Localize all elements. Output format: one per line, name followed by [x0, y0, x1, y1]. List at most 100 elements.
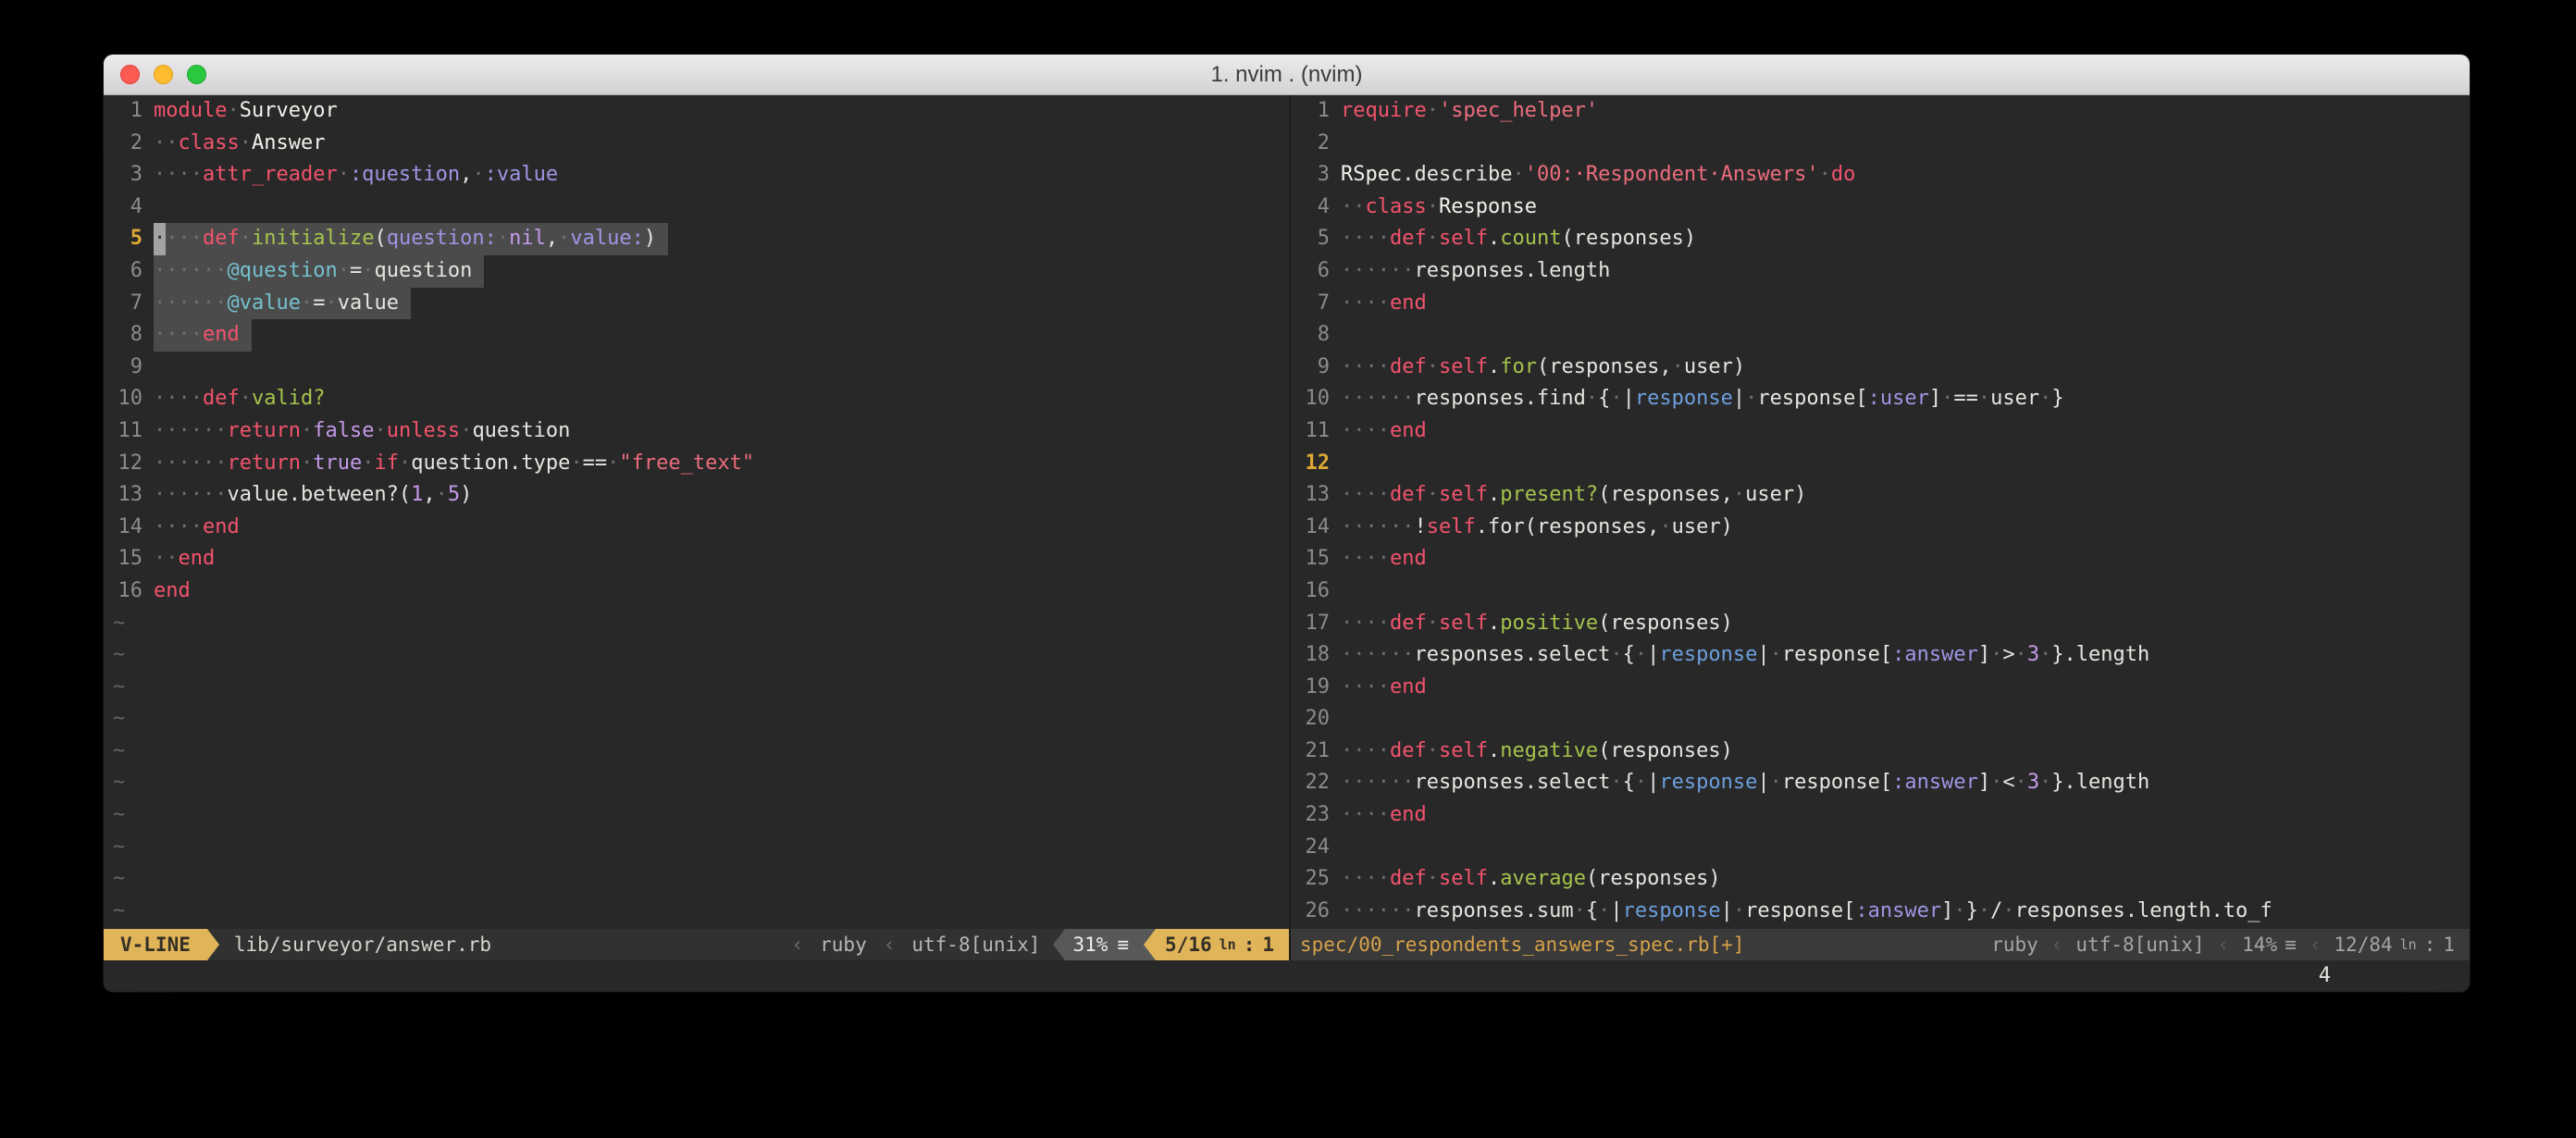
code-line[interactable]: 3RSpec.describe·'00:·Respondent·Answers'… [1291, 159, 2470, 192]
code-line[interactable]: 5····def·self.count(responses) [1291, 223, 2470, 255]
code-line[interactable]: 2 [1291, 128, 2470, 160]
line-text: ······@value·=·value [154, 288, 411, 320]
code-line[interactable]: 12 [1291, 448, 2470, 480]
code-line[interactable]: 5····def·initialize(question:·nil,·value… [104, 223, 1289, 255]
line-number: 9 [1291, 352, 1341, 384]
minimize-button[interactable] [154, 65, 173, 84]
code-line[interactable]: 15····end [1291, 543, 2470, 575]
line-tokens: ····end [1341, 803, 1427, 826]
empty-buffer-line: ~ [104, 639, 1289, 672]
code-line[interactable]: 6······responses.length [1291, 255, 2470, 288]
line-text: ····def·self.present?(responses,·user) [1341, 479, 1806, 512]
command-line[interactable]: 4 [104, 960, 2470, 992]
code-line[interactable]: 16 [1291, 575, 2470, 608]
code-line[interactable]: 2··class·Answer [104, 128, 1289, 160]
code-line[interactable]: 25····def·self.average(responses) [1291, 863, 2470, 896]
code-line[interactable]: 13······value.between?(1,·5) [104, 479, 1289, 512]
column-position: 1 [2443, 934, 2455, 956]
thin-separator: ‹ [880, 929, 899, 960]
empty-buffer-line: ~ [104, 736, 1289, 768]
code-line[interactable]: 21····def·self.negative(responses) [1291, 736, 2470, 768]
pane-right-buffer[interactable]: 1require·'spec_helper'23RSpec.describe·'… [1291, 95, 2470, 929]
line-text: ····def·self.average(responses) [1341, 863, 1721, 896]
filetype-left: ruby [807, 929, 880, 960]
line-tokens: ······return·true·if·question.type·==·"f… [154, 451, 754, 475]
code-line[interactable]: 15··end [104, 543, 1289, 575]
thin-separator: ‹ [787, 929, 807, 960]
line-number: 14 [104, 512, 154, 544]
code-line[interactable]: 9····def·self.for(responses,·user) [1291, 352, 2470, 384]
code-line[interactable]: 8 [1291, 319, 2470, 352]
code-line[interactable]: 23····end [1291, 799, 2470, 832]
line-number-icon: ln [2400, 936, 2417, 953]
code-line[interactable]: 7······@value·=·value [104, 288, 1289, 320]
line-tokens: ····def·self.count(responses) [1341, 227, 1696, 250]
statusline-right: spec/00_respondents_answers_spec.rb[+] r… [1291, 929, 2470, 960]
line-tokens: ····def·self.average(responses) [1341, 867, 1721, 890]
line-number: 8 [104, 319, 154, 352]
tilde-marker: ~ [104, 863, 154, 896]
titlebar[interactable]: 1. nvim . (nvim) [104, 55, 2470, 95]
line-text: ······!self.for(responses,·user) [1341, 512, 1733, 544]
tilde-marker: ~ [104, 608, 154, 640]
code-line[interactable]: 6······@question·=·question [104, 255, 1289, 288]
line-tokens: RSpec.describe·'00:·Respondent·Answers'·… [1341, 163, 1855, 186]
code-line[interactable]: 1module·Surveyor [104, 95, 1289, 128]
empty-buffer-line: ~ [104, 608, 1289, 640]
close-button[interactable] [120, 65, 140, 84]
code-line[interactable]: 22······responses.select·{·|response|·re… [1291, 767, 2470, 799]
code-line[interactable]: 3····attr_reader·:question,·:value [104, 159, 1289, 192]
line-tokens: ····def·self.positive(responses) [1341, 612, 1733, 635]
code-line[interactable]: 12······return·true·if·question.type·==·… [104, 448, 1289, 480]
code-line[interactable]: 19····end [1291, 672, 2470, 704]
code-line[interactable]: 9 [104, 352, 1289, 384]
line-tokens: end [154, 579, 191, 602]
empty-buffer-line: ~ [104, 832, 1289, 864]
line-text: ····end [154, 319, 252, 352]
line-tokens: ··class·Response [1341, 195, 1537, 218]
line-tokens: ······!self.for(responses,·user) [1341, 515, 1733, 538]
line-tokens: ······return·false·unless·question [154, 419, 570, 442]
line-tokens: ····attr_reader·:question,·:value [154, 163, 558, 186]
code-line[interactable]: 8····end [104, 319, 1289, 352]
code-line[interactable]: 14····end [104, 512, 1289, 544]
code-line[interactable]: 11······return·false·unless·question [104, 415, 1289, 448]
line-text: ····end [1341, 415, 1427, 448]
code-line[interactable]: 17····def·self.positive(responses) [1291, 608, 2470, 640]
terminal-window: 1. nvim . (nvim) 1module·Surveyor2··clas… [104, 55, 2470, 992]
line-tokens: ····def·self.for(responses,·user) [1341, 355, 1745, 378]
line-number: 10 [104, 383, 154, 415]
line-text: end [154, 575, 191, 608]
code-line[interactable]: 13····def·self.present?(responses,·user) [1291, 479, 2470, 512]
line-number: 12 [104, 448, 154, 480]
line-text: ··end [154, 543, 215, 575]
code-line[interactable]: 24 [1291, 832, 2470, 864]
code-line[interactable]: 1require·'spec_helper' [1291, 95, 2470, 128]
code-line[interactable]: 26······responses.sum·{·|response|·respo… [1291, 896, 2470, 928]
lines-icon: ≡ [1117, 934, 1129, 956]
block-cursor: · [154, 223, 166, 255]
code-line[interactable]: 7····end [1291, 288, 2470, 320]
line-tokens: ······responses.select·{·|response|·resp… [1341, 771, 2149, 794]
line-text: ······responses.length [1341, 255, 1610, 288]
line-text: ····def·initialize(question:·nil,·value:… [154, 223, 668, 255]
line-tokens: ····end [1341, 547, 1427, 570]
pane-left-buffer[interactable]: 1module·Surveyor2··class·Answer3····attr… [104, 95, 1289, 929]
line-number: 7 [104, 288, 154, 320]
code-line[interactable]: 10····def·valid? [104, 383, 1289, 415]
code-line[interactable]: 14······!self.for(responses,·user) [1291, 512, 2470, 544]
code-line[interactable]: 16end [104, 575, 1289, 608]
line-number: 2 [1291, 128, 1341, 160]
code-line[interactable]: 4··class·Response [1291, 192, 2470, 224]
tilde-marker: ~ [104, 639, 154, 672]
code-line[interactable]: 11····end [1291, 415, 2470, 448]
line-text: ····def·self.positive(responses) [1341, 608, 1733, 640]
code-line[interactable]: 18······responses.select·{·|response|·re… [1291, 639, 2470, 672]
line-number: 2 [104, 128, 154, 160]
zoom-button[interactable] [187, 65, 206, 84]
code-line[interactable]: 20 [1291, 703, 2470, 736]
code-line[interactable]: 10······responses.find·{·|response|·resp… [1291, 383, 2470, 415]
thin-separator: ‹ [2297, 934, 2334, 956]
code-line[interactable]: 4 [104, 192, 1289, 224]
cursor-line-number: 12 [1291, 448, 1341, 480]
